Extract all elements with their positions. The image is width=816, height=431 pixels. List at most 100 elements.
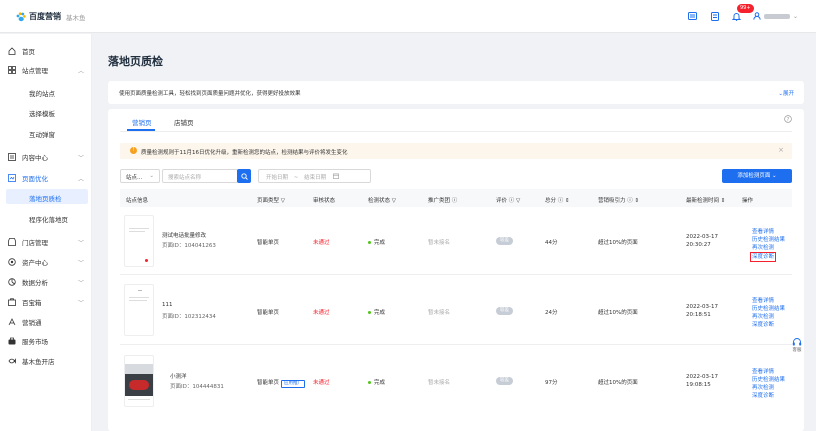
page-type: 智能单页 应用推广: [257, 378, 306, 388]
col-score[interactable]: 总分 ⓘ ⇕: [545, 196, 570, 204]
attraction: 超过10%的页面: [598, 380, 638, 386]
row-actions: 查看详情 历史检测结果 再次检测 深度诊断: [750, 228, 785, 262]
home-icon: [8, 47, 16, 55]
col-promo-type: 推广类团 ⓘ: [428, 198, 458, 204]
tab-marketing-page[interactable]: 营销页: [132, 117, 152, 127]
attraction: 超过10%的页面: [598, 310, 638, 316]
search-button[interactable]: [237, 169, 251, 183]
total-score: 97分: [545, 380, 558, 386]
col-rating[interactable]: 评价 ⓘ ▽: [496, 196, 520, 204]
sidebar-label: 页面优化: [22, 175, 48, 183]
chevron-down-icon: ﹀: [77, 279, 84, 287]
rating-badge: 较差: [496, 307, 513, 315]
page-thumbnail[interactable]: [124, 215, 154, 267]
view-details-link[interactable]: 查看详情: [752, 297, 785, 305]
view-details-link[interactable]: 查看详情: [752, 228, 785, 236]
row-actions: 查看详情 历史检测结果 再次检测 深度诊断: [752, 368, 785, 400]
top-bar: 百度营销 基木鱼 99+ ⌄: [0, 0, 816, 33]
close-icon[interactable]: ×: [778, 146, 784, 154]
date-range-picker[interactable]: 开始日期 ~ 结束日期: [258, 169, 371, 183]
notification-badge: 99+: [736, 4, 754, 13]
sidebar-item-marketing-pass[interactable]: 营销通: [8, 315, 86, 329]
sidebar-item-page-optimize[interactable]: 页面优化 ︿: [8, 171, 86, 185]
sidebar-item-site-mgmt[interactable]: 站点管理 ︿: [8, 63, 86, 77]
sidebar-item-data-analysis[interactable]: 数据分析 ﹀: [8, 275, 86, 289]
status-dot: [368, 241, 371, 244]
sidebar-item-landing-check[interactable]: 落地页质检: [29, 193, 62, 203]
col-review-status: 审核状态: [313, 198, 336, 204]
promo-type: 暂未接名: [428, 310, 451, 316]
sidebar-item-jimuyu-store[interactable]: 基木鱼开店: [8, 354, 86, 368]
deep-diagnosis-link[interactable]: 深度诊断: [752, 321, 785, 329]
promo-type: 暂未接名: [428, 380, 451, 386]
app-promo-tag: 应用推广: [281, 380, 306, 388]
sidebar-label: 首页: [22, 48, 35, 56]
history-results-link[interactable]: 历史检测结果: [752, 376, 785, 384]
date-separator: ~: [293, 175, 299, 181]
sidebar-item-my-sites[interactable]: 我的站点: [29, 88, 55, 98]
bell-icon[interactable]: 99+: [731, 4, 754, 22]
sidebar-item-interactive-popup[interactable]: 互动弹窗: [29, 129, 55, 139]
recheck-link[interactable]: 再次检测: [752, 244, 785, 252]
sidebar-item-choose-template[interactable]: 选择模板: [29, 108, 55, 118]
page-thumbnail[interactable]: [124, 355, 154, 407]
deep-diagnosis-link[interactable]: 深度诊断: [750, 252, 777, 262]
tab-store-page[interactable]: 店铺页: [174, 117, 194, 127]
sidebar-item-mini-program-landing[interactable]: 程序化落地页: [29, 214, 68, 224]
toolbox-icon: [8, 298, 16, 306]
promo-type: 暂未接名: [428, 240, 451, 246]
customer-service-float[interactable]: 客服: [790, 337, 804, 357]
sidebar-item-content-center[interactable]: 内容中心 ﹀: [8, 150, 86, 164]
site-select[interactable]: 站点... ⌄: [120, 169, 160, 183]
user-menu[interactable]: ⌄: [753, 12, 798, 20]
analytics-icon: [8, 278, 16, 286]
brand-name: 百度营销: [29, 12, 61, 21]
sidebar-item-service-market[interactable]: 服务市场: [8, 334, 86, 348]
chevron-down-icon: ﹀: [77, 259, 84, 267]
search-input[interactable]: 搜索站点名称: [162, 169, 238, 183]
recheck-link[interactable]: 再次检测: [752, 313, 785, 321]
help-circle-icon[interactable]: ?: [784, 115, 792, 125]
asset-icon: [8, 258, 16, 266]
fish-icon: [8, 357, 16, 365]
sidebar-item-asset-center[interactable]: 资产中心 ﹀: [8, 255, 86, 269]
deep-diagnosis-link[interactable]: 深度诊断: [752, 392, 785, 400]
check-time: 19:08:15: [686, 382, 711, 388]
chevron-down-icon: ⌄: [149, 173, 154, 179]
user-icon: [753, 12, 761, 20]
recheck-link[interactable]: 再次检测: [752, 384, 785, 392]
rating-badge: 较差: [496, 237, 513, 245]
history-results-link[interactable]: 历史检测结果: [752, 236, 785, 244]
col-check-status[interactable]: 检测状态 ▽: [368, 196, 396, 204]
sidebar-label: 百宝箱: [22, 299, 42, 307]
col-site-info: 站点信息: [126, 198, 149, 204]
sidebar-item-home[interactable]: 首页: [8, 44, 86, 58]
history-results-link[interactable]: 历史检测结果: [752, 305, 785, 313]
baidu-paw-icon: [16, 11, 26, 21]
check-status-label: 完成: [374, 380, 386, 386]
page-id: 页面ID：102312434: [162, 314, 216, 320]
message-icon[interactable]: [687, 10, 699, 22]
check-status-label: 完成: [374, 310, 386, 316]
search-icon: [240, 172, 248, 180]
sidebar-item-store-mgmt[interactable]: 门店管理 ﹀: [8, 235, 86, 249]
total-score: 44分: [545, 240, 558, 246]
sidebar-item-toolbox[interactable]: 百宝箱 ﹀: [8, 295, 86, 309]
check-status: 完成: [368, 308, 385, 316]
brand-logo[interactable]: 百度营销 基木鱼: [16, 11, 86, 22]
page-title: 落地页质检: [108, 55, 163, 68]
add-check-page-button[interactable]: 添加检测页面 ⌄: [722, 169, 792, 183]
col-page-type[interactable]: 页面类型 ▽: [257, 196, 285, 204]
expand-link[interactable]: ⌄展开: [778, 89, 794, 97]
end-date: 结束日期: [304, 175, 327, 181]
col-latest-time[interactable]: 最新检测时间 ⇕: [686, 196, 725, 204]
col-attraction[interactable]: 营销吸引力 ⓘ ⇕: [598, 196, 639, 204]
document-icon[interactable]: [709, 10, 721, 22]
notice-text: 质量检测规则于11月16日优化升级，重新检测您的站点，检测结果与评价将发生变化: [141, 150, 348, 156]
check-date: 2022-03-17: [686, 374, 718, 380]
view-details-link[interactable]: 查看详情: [752, 368, 785, 376]
start-date: 开始日期: [266, 175, 289, 181]
check-status: 完成: [368, 378, 385, 386]
status-dot: [368, 381, 371, 384]
page-thumbnail[interactable]: [124, 284, 154, 336]
